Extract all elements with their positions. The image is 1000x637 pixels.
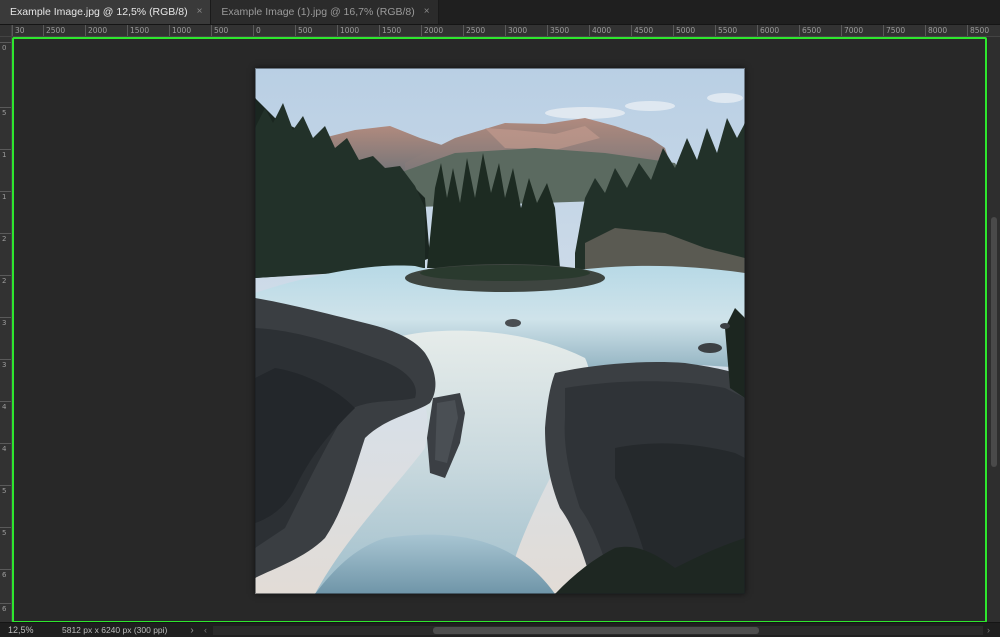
ruler-tick <box>0 569 11 570</box>
ruler-tick <box>0 359 11 360</box>
ruler-label: 0 <box>2 44 7 52</box>
ruler-label: 2000 <box>424 26 444 35</box>
ruler-tick <box>0 603 11 604</box>
ruler-label: 0 <box>256 26 261 35</box>
ruler-tick <box>883 25 884 36</box>
ruler-label: 1 <box>2 193 7 201</box>
waterfall-photo <box>255 68 745 594</box>
ruler-label: 3 <box>2 361 7 369</box>
ruler-tick <box>841 25 842 36</box>
document-image[interactable] <box>255 68 745 594</box>
horizontal-scrollbar[interactable] <box>213 625 983 635</box>
ruler-label: 500 <box>298 26 313 35</box>
ruler-tick <box>967 25 968 36</box>
ruler-tick <box>925 25 926 36</box>
ruler-tick <box>0 233 11 234</box>
ruler-label: 6500 <box>802 26 822 35</box>
vertical-scrollbar[interactable] <box>988 37 1000 622</box>
ruler-tick <box>379 25 380 36</box>
ruler-tick <box>673 25 674 36</box>
ruler-tick <box>0 42 11 43</box>
close-icon[interactable]: × <box>424 6 430 17</box>
ruler-label: 6 <box>2 605 7 613</box>
ruler-tick <box>0 317 11 318</box>
tab-label: Example Image (1).jpg @ 16,7% (RGB/8) <box>221 5 415 18</box>
ruler-tick <box>295 25 296 36</box>
tab-label: Example Image.jpg @ 12,5% (RGB/8) <box>10 5 188 18</box>
ruler-tick <box>253 25 254 36</box>
ruler-label: 5 <box>2 109 7 117</box>
ruler-tick <box>337 25 338 36</box>
tab-example-image-1[interactable]: Example Image (1).jpg @ 16,7% (RGB/8) × <box>211 0 439 24</box>
ruler-tick <box>463 25 464 36</box>
ruler-label: 4 <box>2 445 7 453</box>
ruler-label: 3 <box>2 319 7 327</box>
ruler-label: 2500 <box>466 26 486 35</box>
ruler-tick <box>0 401 11 402</box>
ruler-label: 7000 <box>844 26 864 35</box>
ruler-label: 8000 <box>928 26 948 35</box>
ruler-label: 1000 <box>340 26 360 35</box>
scroll-right-icon[interactable]: › <box>987 625 990 635</box>
ruler-label: 5 <box>2 529 7 537</box>
vertical-ruler[interactable]: 0 5 1 1 2 2 3 3 4 4 5 5 6 6 <box>0 37 12 622</box>
ruler-tick <box>589 25 590 36</box>
ruler-tick <box>757 25 758 36</box>
horizontal-scroll-thumb[interactable] <box>433 626 759 634</box>
ruler-label: 2 <box>2 277 7 285</box>
ruler-tick <box>0 485 11 486</box>
ruler-tick <box>799 25 800 36</box>
vertical-scroll-thumb[interactable] <box>991 217 997 467</box>
ruler-tick <box>715 25 716 36</box>
ruler-label: 1000 <box>172 26 192 35</box>
ruler-label: 500 <box>214 26 229 35</box>
chevron-right-icon[interactable]: › <box>184 625 200 636</box>
ruler-label: 8500 <box>970 26 990 35</box>
ruler-tick <box>12 25 13 36</box>
ruler-label: 4500 <box>634 26 654 35</box>
ruler-tick <box>169 25 170 36</box>
ruler-label: 4 <box>2 403 7 411</box>
ruler-label: 1500 <box>382 26 402 35</box>
ruler-tick <box>631 25 632 36</box>
ruler-tick <box>0 107 11 108</box>
ruler-label: 3500 <box>550 26 570 35</box>
horizontal-ruler[interactable]: 30 2500 2000 1500 1000 500 0 500 1000 15… <box>12 25 1000 37</box>
ruler-tick <box>43 25 44 36</box>
ruler-tick <box>421 25 422 36</box>
ruler-label: 1500 <box>130 26 150 35</box>
ruler-label: 6000 <box>760 26 780 35</box>
ruler-tick <box>127 25 128 36</box>
ruler-tick <box>0 443 11 444</box>
ruler-tick <box>211 25 212 36</box>
ruler-label: 2 <box>2 235 7 243</box>
document-tab-bar: Example Image.jpg @ 12,5% (RGB/8) × Exam… <box>0 0 1000 25</box>
ruler-label: 7500 <box>886 26 906 35</box>
document-dimensions: 5812 px x 6240 px (300 ppi) <box>62 625 168 635</box>
scroll-left-icon[interactable]: ‹ <box>204 625 207 635</box>
ruler-label: 2500 <box>46 26 66 35</box>
close-icon[interactable]: × <box>197 6 203 17</box>
ruler-label: 2000 <box>88 26 108 35</box>
ruler-tick <box>0 149 11 150</box>
ruler-tick <box>0 275 11 276</box>
ruler-tick <box>85 25 86 36</box>
ruler-tick <box>547 25 548 36</box>
ruler-label: 1 <box>2 151 7 159</box>
ruler-tick <box>0 191 11 192</box>
zoom-level[interactable]: 12,5% <box>0 625 42 635</box>
ruler-label: 4000 <box>592 26 612 35</box>
ruler-tick <box>505 25 506 36</box>
ruler-tick <box>0 527 11 528</box>
ruler-label: 5 <box>2 487 7 495</box>
ruler-label: 3000 <box>508 26 528 35</box>
ruler-label: 5500 <box>718 26 738 35</box>
status-bar: 12,5% 5812 px x 6240 px (300 ppi) › ‹ › <box>0 622 1000 637</box>
ruler-origin[interactable] <box>0 25 12 37</box>
photo-editor-window: Example Image.jpg @ 12,5% (RGB/8) × Exam… <box>0 0 1000 637</box>
tab-example-image[interactable]: Example Image.jpg @ 12,5% (RGB/8) × <box>0 0 212 24</box>
ruler-label: 5000 <box>676 26 696 35</box>
ruler-label: 6 <box>2 571 7 579</box>
ruler-label: 30 <box>15 26 25 35</box>
